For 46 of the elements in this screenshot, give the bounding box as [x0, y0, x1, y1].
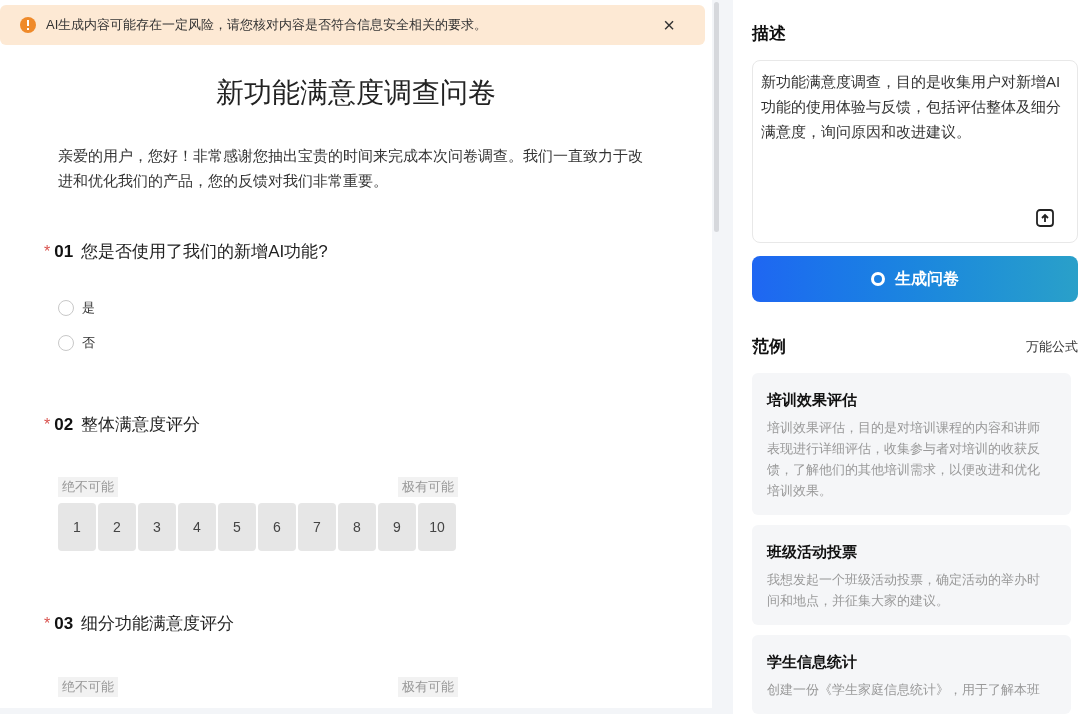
example-text: 创建一份《学生家庭信息统计》，用于了解本班 — [767, 681, 1041, 699]
score-button[interactable]: 9 — [378, 503, 416, 551]
loading-icon — [871, 271, 885, 286]
question-text: 整体满意度评分 — [81, 413, 201, 436]
section-heading: 描述 — [752, 23, 787, 45]
scale-low-label: 绝不可能 — [58, 676, 118, 697]
question-number: 03 — [54, 613, 74, 635]
required-asterisk: * — [44, 242, 51, 262]
scrollbar[interactable] — [714, 2, 719, 232]
example-card[interactable]: 学生信息统计 创建一份《学生家庭信息统计》，用于了解本班 — [752, 635, 1071, 714]
score-button[interactable]: 6 — [258, 503, 296, 551]
example-title: 班级活动投票 — [767, 542, 858, 562]
scale-high-label: 极有可能 — [398, 676, 458, 697]
scale-low-label: 绝不可能 — [58, 477, 118, 497]
example-title: 培训效果评估 — [767, 390, 858, 410]
score-button[interactable]: 1 — [58, 503, 96, 551]
score-button[interactable]: 10 — [418, 503, 456, 551]
option-label[interactable]: 是 — [82, 297, 95, 318]
description-field[interactable]: 新功能满意度调查，目的是收集用户对新增AI功能的使用体验与反馈，包括评估整体及细分满意度，询问原因和改进建议。 — [752, 60, 1078, 243]
upload-icon[interactable] — [1035, 207, 1055, 228]
generate-button[interactable]: 生成问卷 — [752, 255, 1078, 302]
question-number: 01 — [54, 241, 74, 263]
score-button[interactable]: 8 — [338, 503, 376, 551]
score-button[interactable]: 5 — [218, 503, 256, 551]
question-number: 02 — [54, 413, 74, 436]
scale-high-label: 极有可能 — [398, 477, 458, 497]
score-button[interactable]: 3 — [138, 503, 176, 551]
score-button[interactable]: 7 — [298, 503, 336, 551]
example-text: 培训效果评估，目的是对培训课程的内容和讲师表现进行详细评估，收集参与者对培训的收获反馈，了解他们的其他培训需求，以便改进和优化培训效果。 — [767, 419, 1041, 500]
warning-icon — [20, 17, 36, 33]
score-button[interactable]: 2 — [98, 503, 136, 551]
section-heading: 范例 — [752, 335, 786, 358]
warning-text: AI生成内容可能存在一定风险，请您核对内容是否符合信息安全相关的要求。 — [46, 16, 489, 35]
formula-link[interactable]: 万能公式 — [1026, 336, 1078, 356]
question-text: 细分功能满意度评分 — [81, 613, 235, 635]
required-asterisk: * — [44, 414, 51, 435]
example-card[interactable]: 培训效果评估 培训效果评估，目的是对培训课程的内容和讲师表现进行详细评估，收集参与者对培训的收获反馈，了解他们的其他培训需求，以便改进和优化培训效果。 — [752, 373, 1071, 515]
question-text: 您是否使用了我们的新增AI功能? — [81, 241, 328, 263]
description-text: 新功能满意度调查，目的是收集用户对新增AI功能的使用体验与反馈，包括评估整体及细分满意度，询问原因和改进建议。 — [761, 72, 1061, 142]
score-button[interactable]: 4 — [178, 503, 216, 551]
option-label[interactable]: 否 — [82, 332, 95, 353]
intro-paragraph: 亲爱的用户，您好！非常感谢您抽出宝贵的时间来完成本次问卷调查。我们一直致力于改进和优化我们的产品，您的反馈对我们非常重要。 — [58, 146, 644, 191]
survey-title: 新功能满意度调查问卷 — [215, 76, 497, 110]
required-asterisk: * — [44, 614, 51, 634]
close-button[interactable]: × — [663, 15, 675, 35]
example-title: 学生信息统计 — [767, 652, 858, 672]
